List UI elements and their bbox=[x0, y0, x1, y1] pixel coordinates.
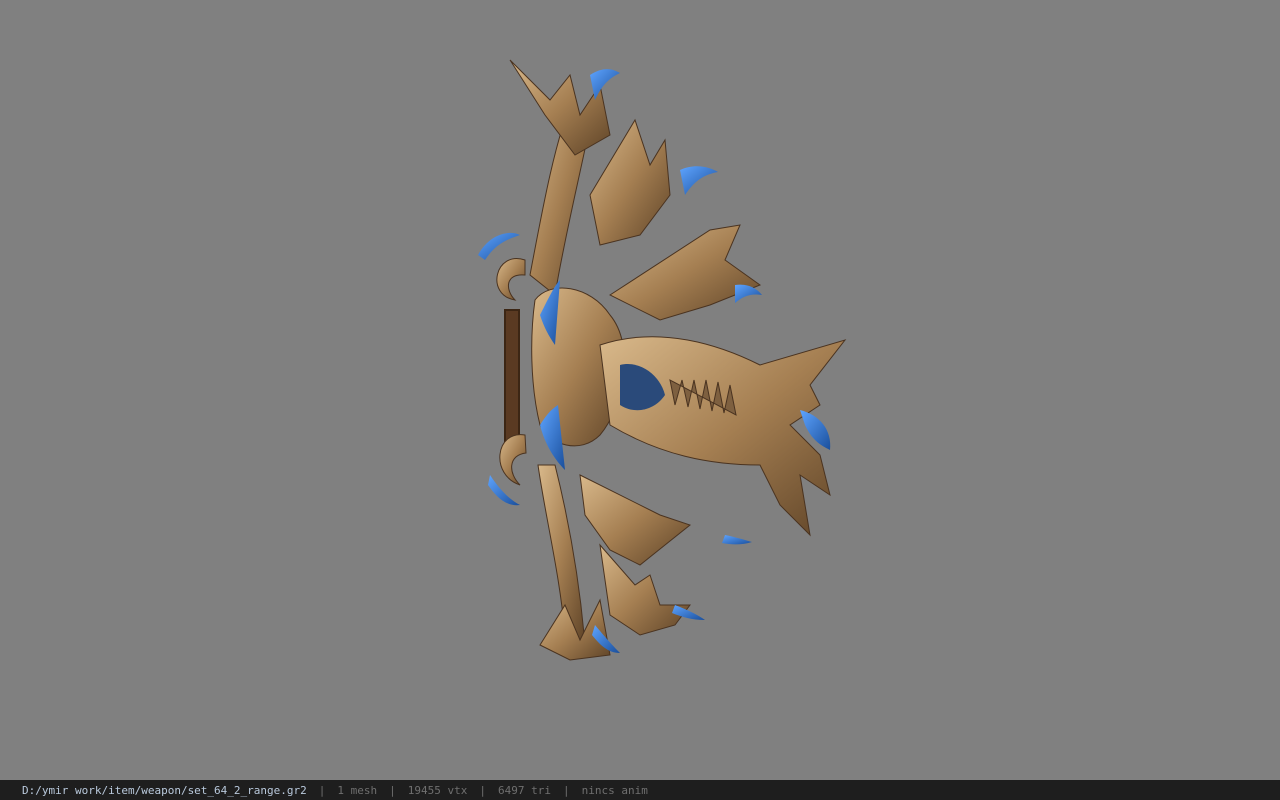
grip-hook-top bbox=[496, 258, 526, 301]
separator: | bbox=[563, 783, 570, 797]
separator: | bbox=[318, 783, 326, 797]
separator: | bbox=[389, 783, 396, 797]
vertex-count: 19455 vtx bbox=[407, 783, 468, 797]
bow-grip bbox=[504, 309, 520, 446]
mesh-count: 1 mesh bbox=[337, 783, 378, 797]
animation-status: nincs anim bbox=[581, 783, 648, 797]
3d-viewport[interactable] bbox=[0, 0, 1280, 780]
file-path: D:/ymir work/item/weapon/set_64_2_range.… bbox=[22, 783, 307, 797]
status-bar: D:/ymir work/item/weapon/set_64_2_range.… bbox=[0, 780, 1280, 800]
grip-hook-bottom bbox=[499, 434, 527, 486]
weapon-model[interactable] bbox=[460, 45, 860, 670]
separator: | bbox=[479, 783, 487, 797]
triangle-count: 6497 tri bbox=[498, 783, 551, 797]
